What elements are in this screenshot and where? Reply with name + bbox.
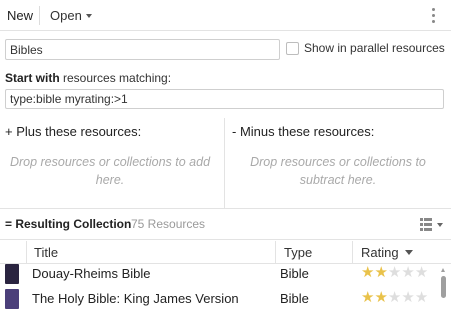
resulting-collection-bar: = Resulting Collection 75 Resources: [0, 208, 451, 240]
new-button[interactable]: New: [7, 8, 33, 23]
start-with-label: Start with resources matching:: [5, 71, 171, 85]
star-filled-icon[interactable]: ★: [374, 264, 387, 281]
plus-drop-zone[interactable]: Drop resources or collections to add her…: [5, 153, 215, 189]
star-filled-icon[interactable]: ★: [374, 289, 387, 306]
collection-name-input[interactable]: [5, 39, 280, 60]
minus-drop-zone[interactable]: Drop resources or collections to subtrac…: [233, 153, 443, 189]
column-header-title[interactable]: Title: [34, 245, 58, 260]
resource-count: 75 Resources: [131, 217, 206, 231]
toolbar: New Open: [0, 0, 451, 31]
star-empty-icon[interactable]: ★: [388, 289, 401, 306]
parallel-checkbox[interactable]: [286, 42, 299, 55]
star-empty-icon[interactable]: ★: [415, 289, 428, 306]
column-divider: [275, 241, 276, 264]
resource-type: Bible: [280, 291, 309, 306]
star-rating[interactable]: ★★★★★: [361, 290, 428, 306]
toolbar-divider: [39, 6, 40, 25]
star-empty-icon[interactable]: ★: [415, 264, 428, 281]
resource-title: Douay-Rheims Bible: [32, 266, 151, 281]
column-divider: [26, 241, 27, 264]
book-cover-icon: [5, 289, 19, 309]
start-with-bold: Start with: [5, 71, 60, 85]
plus-resources-title: + Plus these resources:: [5, 124, 142, 139]
parallel-label: Show in parallel resources: [304, 41, 445, 55]
column-header-rating[interactable]: Rating: [361, 245, 413, 260]
book-cover-icon: [5, 264, 19, 284]
rating-header-label: Rating: [361, 245, 399, 260]
resource-title: The Holy Bible: King James Version: [32, 291, 239, 306]
column-header-type[interactable]: Type: [284, 245, 312, 260]
minus-resources-title: - Minus these resources:: [232, 124, 375, 139]
column-divider: [352, 241, 353, 264]
star-empty-icon[interactable]: ★: [388, 264, 401, 281]
open-label: Open: [50, 8, 82, 23]
star-empty-icon[interactable]: ★: [401, 264, 414, 281]
list-view-icon[interactable]: [420, 218, 446, 232]
star-filled-icon[interactable]: ★: [361, 289, 374, 306]
star-rating[interactable]: ★★★★★: [361, 265, 428, 281]
table-row[interactable]: Douay-Rheims Bible Bible ★★★★★: [0, 262, 436, 287]
chevron-down-icon: [85, 13, 92, 18]
results-column-header: Title Type Rating: [0, 241, 451, 264]
star-filled-icon[interactable]: ★: [361, 264, 374, 281]
open-menu-button[interactable]: Open: [50, 8, 92, 23]
start-with-rest: resources matching:: [59, 71, 172, 85]
chevron-down-icon: [404, 250, 413, 256]
drop-zone-divider: [224, 118, 225, 208]
resource-query-input[interactable]: [5, 89, 444, 109]
scroll-up-icon[interactable]: [441, 268, 445, 272]
table-row[interactable]: The Holy Bible: King James Version Bible…: [0, 287, 436, 312]
more-vertical-icon[interactable]: [428, 8, 438, 24]
resulting-collection-title: = Resulting Collection: [5, 217, 132, 231]
scroll-thumb[interactable]: [441, 276, 446, 298]
resource-type: Bible: [280, 266, 309, 281]
results-scrollbar[interactable]: [441, 268, 446, 315]
star-empty-icon[interactable]: ★: [401, 289, 414, 306]
